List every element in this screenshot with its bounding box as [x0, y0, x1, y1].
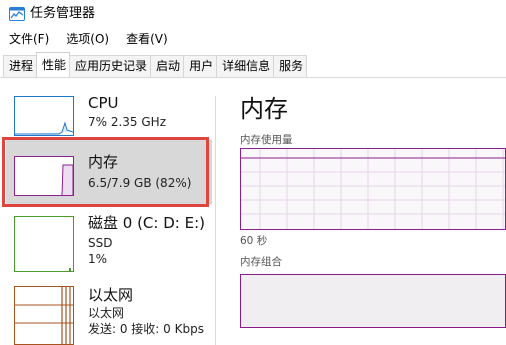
disk-name: 磁盘 0 (C: D: E:): [88, 214, 205, 232]
ethernet-adapter: 以太网: [88, 306, 125, 320]
tab-services[interactable]: 服务: [273, 55, 308, 77]
sidebar-item-disk[interactable]: 磁盘 0 (C: D: E:) SSD 1%: [6, 210, 212, 276]
cpu-detail: 7% 2.35 GHz: [88, 115, 167, 129]
menu-file[interactable]: 文件(F): [0, 30, 57, 48]
disk-type: SSD: [88, 236, 113, 250]
menu-options[interactable]: 选项(O): [57, 30, 117, 48]
task-manager-window: 任务管理器 文件(F) 选项(O) 查看(V) 进程 性能 应用历史记录 启动 …: [0, 0, 506, 345]
memory-thumbnail-graph: [14, 156, 74, 196]
ethernet-name: 以太网: [88, 286, 134, 304]
sidebar-divider[interactable]: [215, 96, 216, 345]
tab-startup[interactable]: 启动: [150, 55, 185, 77]
memory-name: 内存: [88, 153, 119, 171]
main-title: 内存: [240, 95, 288, 123]
disk-usage: 1%: [88, 252, 108, 266]
memory-usage-graph: [240, 148, 506, 230]
sidebar-item-ethernet[interactable]: 以太网 以太网 发送: 0 接收: 0 Kbps: [6, 282, 212, 345]
tab-strip: 进程 性能 应用历史记录 启动 用户 详细信息 服务: [3, 52, 308, 77]
cpu-name: CPU: [88, 94, 119, 112]
ethernet-thumbnail-graph: [14, 286, 74, 345]
menu-view[interactable]: 查看(V): [117, 30, 176, 48]
time-axis-label: 60 秒: [240, 235, 268, 247]
cpu-thumbnail-graph: [14, 96, 74, 136]
title-bar[interactable]: 任务管理器: [0, 0, 506, 28]
tab-processes[interactable]: 进程: [3, 55, 38, 77]
memory-composition-label: 内存组合: [240, 256, 282, 268]
task-manager-app-icon: [9, 6, 25, 21]
tab-users[interactable]: 用户: [183, 55, 218, 77]
tab-details[interactable]: 详细信息: [216, 55, 275, 77]
ethernet-throughput: 发送: 0 接收: 0 Kbps: [88, 322, 204, 336]
memory-composition-bar: [240, 274, 506, 328]
memory-usage-label: 内存使用量: [240, 134, 293, 146]
tab-app-history[interactable]: 应用历史记录: [69, 55, 152, 77]
window-title: 任务管理器: [30, 6, 96, 21]
disk-thumbnail-graph: [14, 216, 74, 272]
memory-detail: 6.5/7.9 GB (82%): [88, 176, 192, 190]
sidebar-item-memory[interactable]: 内存 6.5/7.9 GB (82%): [6, 140, 212, 204]
sidebar-item-cpu[interactable]: CPU 7% 2.35 GHz: [6, 90, 212, 138]
menu-bar: 文件(F) 选项(O) 查看(V): [0, 30, 176, 48]
tab-performance[interactable]: 性能: [36, 52, 71, 77]
